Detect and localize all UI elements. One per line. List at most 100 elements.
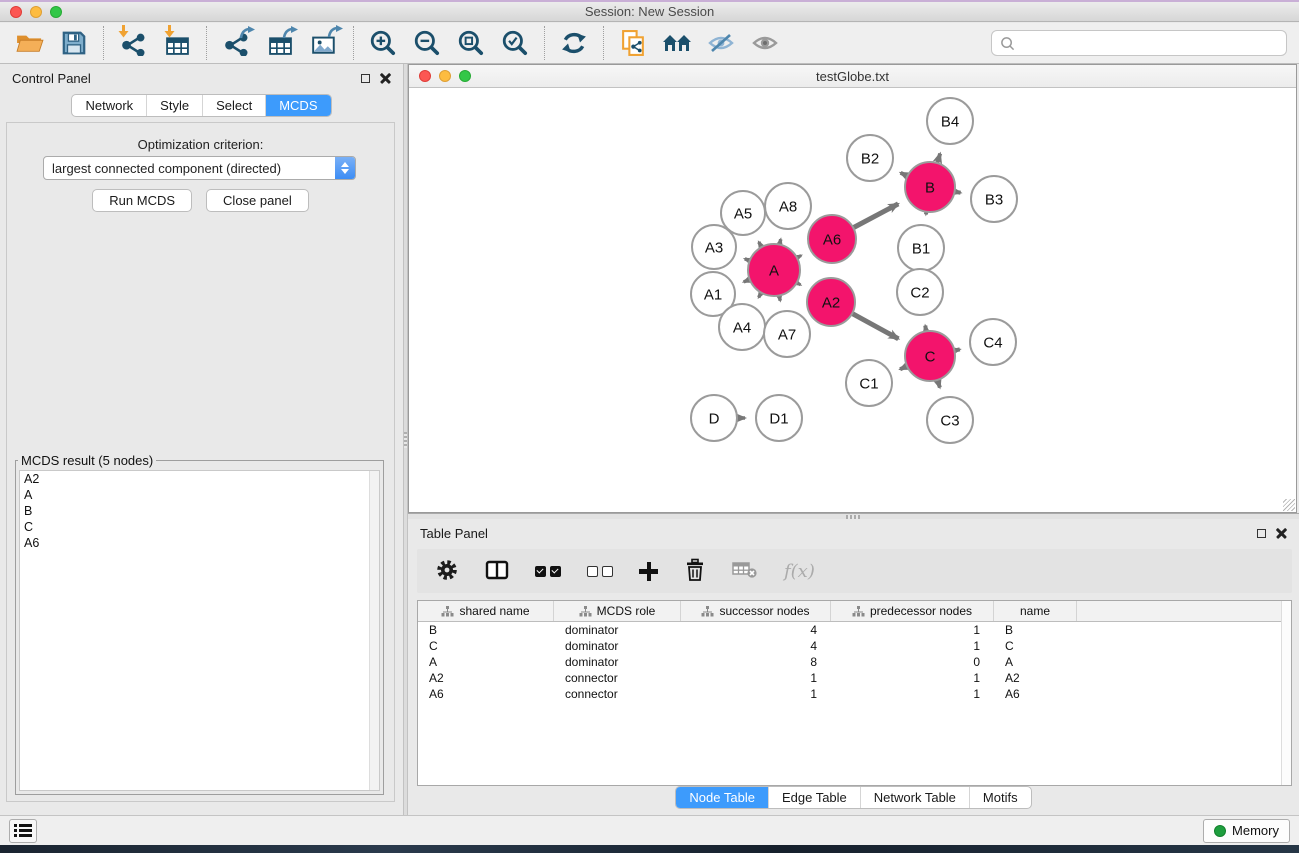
- import-table-button[interactable]: [155, 25, 199, 61]
- first-neighbors-button[interactable]: [655, 25, 699, 61]
- add-column-button[interactable]: [639, 562, 658, 581]
- close-panel-icon[interactable]: [1276, 528, 1287, 539]
- close-panel-button[interactable]: Close panel: [206, 189, 309, 212]
- graph-edge-A6-B[interactable]: [853, 204, 898, 228]
- table-row[interactable]: Adominator80A: [418, 654, 1291, 670]
- zoom-out-button[interactable]: [405, 25, 449, 61]
- unselect-all-button[interactable]: [587, 566, 613, 577]
- export-table-button[interactable]: [258, 25, 302, 61]
- table-row[interactable]: Cdominator41C: [418, 638, 1291, 654]
- table-cell[interactable]: dominator: [554, 638, 681, 654]
- scrollbar[interactable]: [369, 471, 379, 790]
- table-cell[interactable]: dominator: [554, 654, 681, 670]
- select-all-button[interactable]: [535, 566, 561, 577]
- graph-node-A3[interactable]: A3: [692, 225, 736, 269]
- scrollbar[interactable]: [1281, 601, 1291, 785]
- graph-node-C[interactable]: C: [905, 331, 955, 381]
- graph-node-D[interactable]: D: [691, 395, 737, 441]
- column-header-predecessor-nodes[interactable]: predecessor nodes: [831, 601, 994, 621]
- graph-node-A8[interactable]: A8: [765, 183, 811, 229]
- search-input[interactable]: [1015, 36, 1278, 51]
- save-session-button[interactable]: [52, 25, 96, 61]
- delete-column-button[interactable]: [684, 558, 706, 585]
- apply-layout-button[interactable]: [552, 25, 596, 61]
- graph-node-D1[interactable]: D1: [756, 395, 802, 441]
- table-row[interactable]: A2connector11A2: [418, 670, 1291, 686]
- column-header-mcds-role[interactable]: MCDS role: [554, 601, 681, 621]
- table-cell[interactable]: 1: [831, 622, 994, 638]
- graph-node-A6[interactable]: A6: [808, 215, 856, 263]
- graph-node-B1[interactable]: B1: [898, 225, 944, 271]
- mcds-result-item[interactable]: B: [20, 503, 379, 519]
- column-header-successor-nodes[interactable]: successor nodes: [681, 601, 831, 621]
- import-network-button[interactable]: [111, 25, 155, 61]
- mcds-result-item[interactable]: A: [20, 487, 379, 503]
- function-builder-button[interactable]: f(x): [784, 561, 815, 582]
- table-cell[interactable]: A2: [418, 670, 554, 686]
- table-cell[interactable]: 1: [831, 686, 994, 702]
- zoom-selected-button[interactable]: [493, 25, 537, 61]
- graph-edge-B-B2[interactable]: [901, 173, 908, 176]
- show-details-button[interactable]: [743, 25, 787, 61]
- graph-node-C4[interactable]: C4: [970, 319, 1016, 365]
- table-cell[interactable]: 1: [831, 638, 994, 654]
- table-cell[interactable]: connector: [554, 686, 681, 702]
- graph-node-A2[interactable]: A2: [807, 278, 855, 326]
- tab-network-table[interactable]: Network Table: [860, 787, 969, 808]
- close-panel-icon[interactable]: [380, 73, 391, 84]
- table-cell[interactable]: 0: [831, 654, 994, 670]
- export-network-button[interactable]: [214, 25, 258, 61]
- graph-node-B4[interactable]: B4: [927, 98, 973, 144]
- graph-node-C3[interactable]: C3: [927, 397, 973, 443]
- table-cell[interactable]: A: [418, 654, 554, 670]
- minimize-view-button[interactable]: [439, 70, 451, 82]
- table-settings-button[interactable]: [435, 558, 459, 585]
- graph-edge-B-B4[interactable]: [937, 154, 940, 164]
- delete-table-button[interactable]: [732, 560, 758, 583]
- tab-select[interactable]: Select: [202, 95, 265, 116]
- graph-node-B[interactable]: B: [905, 162, 955, 212]
- table-cell[interactable]: 4: [681, 622, 831, 638]
- tab-motifs[interactable]: Motifs: [969, 787, 1031, 808]
- zoom-in-button[interactable]: [361, 25, 405, 61]
- table-cell[interactable]: B: [994, 622, 1077, 638]
- graph-edge-A2-C[interactable]: [852, 313, 898, 338]
- graph-edge-C-C1[interactable]: [900, 366, 907, 369]
- graph-node-B2[interactable]: B2: [847, 135, 893, 181]
- table-cell[interactable]: 1: [681, 686, 831, 702]
- task-history-button[interactable]: [9, 819, 37, 843]
- network-window-titlebar[interactable]: testGlobe.txt: [409, 65, 1296, 88]
- graph-node-A5[interactable]: A5: [721, 191, 765, 235]
- open-session-button[interactable]: [8, 25, 52, 61]
- table-row[interactable]: A6connector11A6: [418, 686, 1291, 702]
- float-panel-icon[interactable]: [1257, 529, 1266, 538]
- zoom-view-button[interactable]: [459, 70, 471, 82]
- table-row[interactable]: Bdominator41B: [418, 622, 1291, 638]
- splitter-grip[interactable]: [404, 432, 407, 448]
- new-network-from-selection-button[interactable]: [611, 25, 655, 61]
- graph-node-C1[interactable]: C1: [846, 360, 892, 406]
- tab-style[interactable]: Style: [146, 95, 202, 116]
- search-box[interactable]: [991, 30, 1287, 56]
- minimize-window-button[interactable]: [30, 6, 42, 18]
- close-view-button[interactable]: [419, 70, 431, 82]
- network-canvas[interactable]: B4B2BB3A8A5A6B1A3AC2A1A2A4A7C4CC1C3DD1: [409, 89, 1296, 512]
- table-cell[interactable]: 8: [681, 654, 831, 670]
- zoom-window-button[interactable]: [50, 6, 62, 18]
- resize-grip[interactable]: [1283, 499, 1295, 511]
- run-mcds-button[interactable]: Run MCDS: [92, 189, 192, 212]
- column-header-name[interactable]: name: [994, 601, 1077, 621]
- export-image-button[interactable]: [302, 25, 346, 61]
- graph-node-A4[interactable]: A4: [719, 304, 765, 350]
- table-cell[interactable]: A6: [994, 686, 1077, 702]
- close-window-button[interactable]: [10, 6, 22, 18]
- graph-node-B3[interactable]: B3: [971, 176, 1017, 222]
- tab-network[interactable]: Network: [72, 95, 146, 116]
- mcds-result-item[interactable]: A6: [20, 535, 379, 551]
- table-cell[interactable]: A2: [994, 670, 1077, 686]
- table-cell[interactable]: connector: [554, 670, 681, 686]
- graph-edge-C-C3[interactable]: [937, 380, 939, 388]
- table-cell[interactable]: A: [994, 654, 1077, 670]
- table-cell[interactable]: 1: [681, 670, 831, 686]
- table-cell[interactable]: A6: [418, 686, 554, 702]
